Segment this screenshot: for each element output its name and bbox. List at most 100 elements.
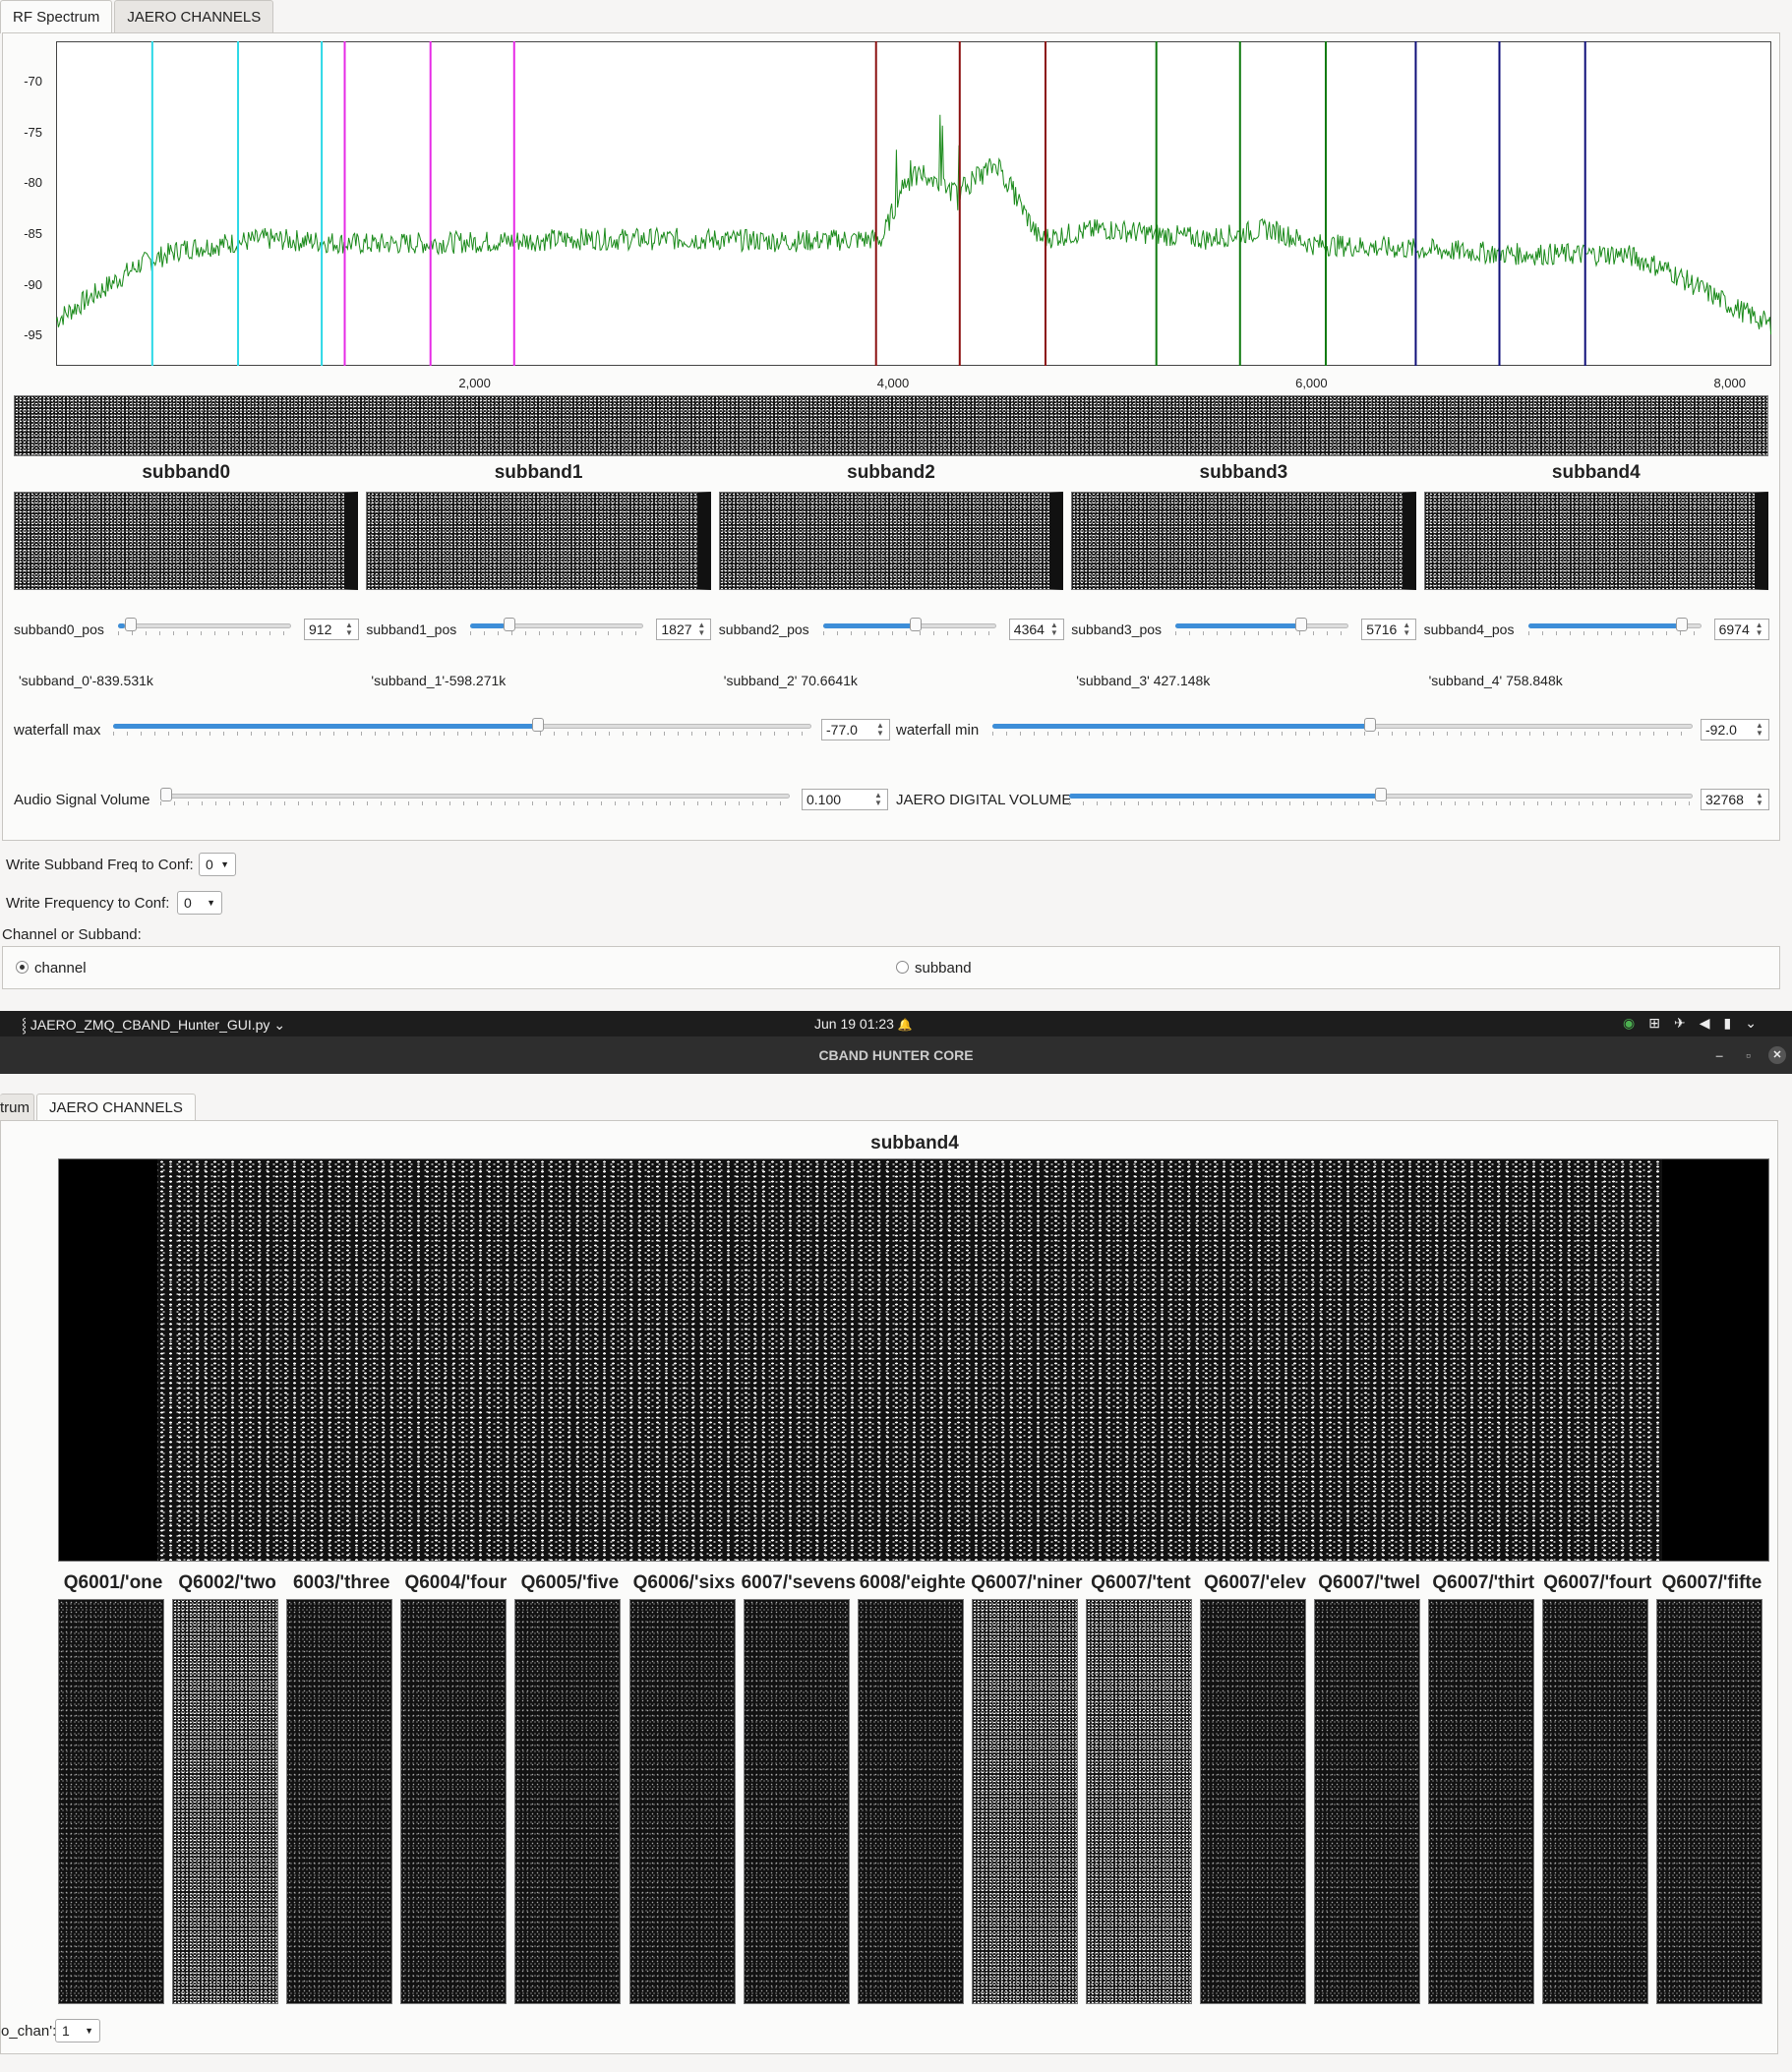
- subband-pos-spinbox[interactable]: 6974 ▲ ▼: [1713, 619, 1769, 640]
- radio-subband[interactable]: [896, 961, 909, 974]
- tab-jaero-channels[interactable]: JAERO CHANNELS: [114, 0, 274, 33]
- subband-pos-spinbox[interactable]: 4364 ▲ ▼: [1008, 619, 1064, 640]
- channel-title: Q6007/'elev: [1204, 1572, 1306, 1593]
- channel-title: Q6007/'niner: [971, 1572, 1083, 1593]
- spin-arrows-icon[interactable]: ▲ ▼: [344, 622, 354, 637]
- channel-waterfall: [1085, 1599, 1192, 2004]
- spin-arrows-icon[interactable]: ▲ ▼: [696, 622, 706, 637]
- subband-pos-value: 5716: [1366, 622, 1398, 637]
- subband-pos-slider[interactable]: [1527, 618, 1702, 635]
- subband-pos-label: subband1_pos: [366, 622, 457, 637]
- subband-pos-spinbox[interactable]: 912 ▲ ▼: [304, 619, 359, 640]
- y-tick-label: -85: [24, 225, 42, 241]
- subband-waterfall: [14, 492, 359, 590]
- tab-jaero-channels-active[interactable]: JAERO CHANNELS: [36, 1094, 196, 1121]
- subband-pos-spinbox[interactable]: 1827 ▲ ▼: [656, 619, 712, 640]
- channel-title: Q6006/'sixs: [632, 1572, 736, 1593]
- maximize-button[interactable]: ▫: [1746, 1036, 1751, 1074]
- jaero-volume-slider[interactable]: [1069, 788, 1693, 805]
- channel-waterfall: [286, 1599, 393, 2004]
- write-subband-value: 0: [206, 857, 213, 872]
- subband-pos-slider[interactable]: [118, 618, 291, 635]
- spin-arrows-icon[interactable]: ▲ ▼: [875, 722, 885, 738]
- chan-label: o_chan':: [1, 2023, 57, 2040]
- radio-channel-label[interactable]: channel: [34, 960, 87, 977]
- subband-title: subband3: [1199, 462, 1288, 483]
- airplane-icon: ✈: [1673, 1015, 1700, 1031]
- channel-title: Q6007/'fifte: [1661, 1572, 1762, 1593]
- spectrum-chart: [56, 41, 1771, 366]
- spin-arrows-icon[interactable]: ▲ ▼: [1755, 622, 1764, 637]
- chan-combo[interactable]: 1 ▼: [55, 2019, 100, 2042]
- channel-title: 6008/'eighte: [859, 1572, 966, 1593]
- window-titlebar: CBAND HUNTER CORE – ▫ ✕: [0, 1036, 1792, 1074]
- minimize-button[interactable]: –: [1715, 1036, 1723, 1074]
- battery-icon: ▮: [1723, 1015, 1746, 1031]
- bottom-tabbar: trum JAERO CHANNELS: [0, 1094, 198, 1121]
- spin-arrows-icon[interactable]: ▲ ▼: [1049, 622, 1059, 637]
- spin-arrows-icon[interactable]: ▲ ▼: [1755, 792, 1764, 807]
- jaero-volume-value: 32768: [1705, 792, 1744, 807]
- subband-pos-slider[interactable]: [470, 618, 644, 635]
- system-topbar: ⸾ JAERO_ZMQ_CBAND_Hunter_GUI.py ⌄ Jun 19…: [0, 1011, 1792, 1036]
- write-frequency-value: 0: [184, 895, 192, 911]
- subband-pos-label: subband4_pos: [1423, 622, 1515, 637]
- waterfall-max-slider[interactable]: [113, 718, 811, 736]
- x-tick-label: 8,000: [1713, 376, 1746, 390]
- clock-text: Jun 19 01:23: [814, 1016, 894, 1032]
- audio-volume-spinbox[interactable]: 0.100 ▲ ▼: [802, 789, 888, 810]
- tab-rf-spectrum-clipped[interactable]: trum: [0, 1094, 34, 1121]
- clock[interactable]: Jun 19 01:23 🔔: [814, 1016, 913, 1032]
- rf-spectrum-panel: -70 -75 -80 -85 -90 -95 2,000 4,000 6,000 8,000 …: [2, 32, 1780, 841]
- spin-arrows-icon[interactable]: ▲ ▼: [1755, 722, 1764, 738]
- subband-freq-text: 'subband_1'-598.271k: [371, 673, 507, 688]
- y-tick-label: -70: [24, 74, 42, 89]
- subband-pos-slider[interactable]: [1175, 618, 1349, 635]
- subband-pos-value: 1827: [661, 622, 692, 637]
- subband-title: subband1: [494, 462, 583, 483]
- subband-pos-label: subband3_pos: [1071, 622, 1163, 637]
- subband-title: subband4: [870, 1133, 959, 1154]
- subband-pos-spinbox[interactable]: 5716 ▲ ▼: [1361, 619, 1417, 640]
- jaero-volume-spinbox[interactable]: 32768 ▲ ▼: [1701, 789, 1769, 810]
- subband-waterfall: [718, 492, 1064, 590]
- network-icon: ⊞: [1648, 1015, 1674, 1031]
- chevron-down-icon: ⌄: [1745, 1015, 1770, 1031]
- x-tick-label: 2,000: [458, 376, 491, 390]
- tab-rf-spectrum[interactable]: RF Spectrum: [0, 0, 113, 33]
- radio-subband-label[interactable]: subband: [915, 960, 972, 977]
- write-subband-combo[interactable]: 0 ▼: [199, 853, 236, 876]
- radio-channel[interactable]: [16, 961, 29, 974]
- subband-freq-text: 'subband_0'-839.531k: [19, 673, 153, 688]
- waterfall-min-value: -92.0: [1705, 722, 1737, 738]
- channel-waterfall: [743, 1599, 850, 2004]
- y-tick-label: -95: [24, 327, 42, 343]
- channel-title: Q6004/'four: [404, 1572, 508, 1593]
- channel-waterfall: [1428, 1599, 1535, 2004]
- channel-waterfall: [1542, 1599, 1649, 2004]
- waterfall-max-spinbox[interactable]: -77.0 ▲ ▼: [821, 719, 890, 740]
- channel-waterfall: [400, 1599, 508, 2004]
- y-tick-label: -90: [24, 276, 42, 292]
- write-frequency-combo[interactable]: 0 ▼: [177, 891, 222, 915]
- overview-waterfall: [14, 395, 1768, 456]
- subband-pos-label: subband0_pos: [14, 622, 104, 637]
- update-icon: ◉: [1623, 1015, 1649, 1031]
- spin-arrows-icon[interactable]: ▲ ▼: [873, 792, 883, 807]
- y-tick-label: -80: [24, 175, 42, 191]
- spin-arrows-icon[interactable]: ▲ ▼: [1402, 622, 1411, 637]
- app-menu[interactable]: ⸾ JAERO_ZMQ_CBAND_Hunter_GUI.py ⌄: [22, 1016, 285, 1035]
- subband-pos-value: 912: [309, 622, 332, 637]
- x-tick-label: 4,000: [876, 376, 910, 390]
- close-button[interactable]: ✕: [1768, 1046, 1786, 1064]
- subband-pos-slider[interactable]: [822, 618, 996, 635]
- spectrum-plot: -70 -75 -80 -85 -90 -95 2,000 4,000 6,000 8,000: [13, 41, 1773, 427]
- subband-freq-text: 'subband_4' 758.848k: [1428, 673, 1563, 688]
- jaero-channels-panel: subband4 Q6001/'one Q6002/'two 6003/'thr…: [0, 1120, 1778, 2054]
- audio-volume-slider[interactable]: [160, 788, 790, 805]
- waterfall-min-spinbox[interactable]: -92.0 ▲ ▼: [1701, 719, 1769, 740]
- tray-icons[interactable]: ◉⊞✈◀▮⌄: [1623, 1015, 1770, 1032]
- channel-title: 6003/'three: [292, 1572, 390, 1593]
- audio-volume-value: 0.100: [806, 792, 842, 807]
- waterfall-min-slider[interactable]: [992, 718, 1693, 736]
